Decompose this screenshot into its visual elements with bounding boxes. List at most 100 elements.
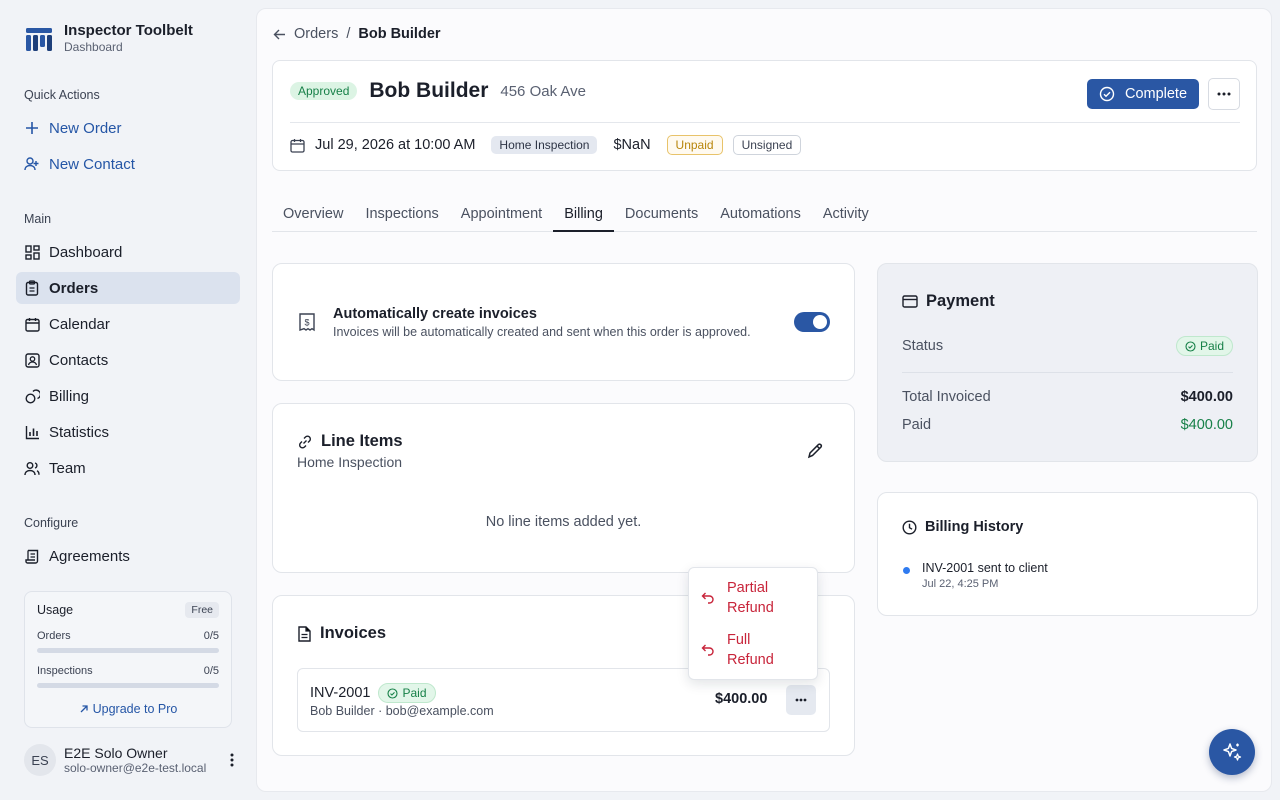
timeline-dot — [903, 567, 910, 574]
brand-subtitle: Dashboard — [64, 40, 123, 54]
sidebar-item-agreements[interactable]: Agreements — [16, 540, 240, 572]
document-icon — [297, 625, 312, 642]
contact-card-icon — [24, 352, 40, 368]
status-badge: Approved — [290, 82, 358, 100]
link-icon — [297, 434, 313, 450]
user-name: E2E Solo Owner — [64, 745, 168, 761]
auto-invoice-toggle[interactable] — [794, 312, 830, 332]
tab-activity[interactable]: Activity — [812, 198, 880, 232]
divider — [902, 372, 1233, 373]
more-actions-button[interactable] — [1208, 78, 1240, 110]
breadcrumb-orders-link[interactable]: Orders — [294, 26, 338, 42]
signature-status-badge: Unsigned — [732, 135, 802, 155]
ai-assistant-button[interactable] — [1209, 729, 1255, 775]
sidebar-item-billing[interactable]: Billing — [16, 380, 240, 412]
order-header-card: Approved Bob Builder 456 Oak Ave Complet… — [272, 60, 1257, 171]
sidebar-item-orders[interactable]: Orders — [16, 272, 240, 304]
complete-button[interactable]: Complete — [1087, 79, 1199, 109]
main-panel: Orders / Bob Builder Approved Bob Builde… — [256, 8, 1272, 792]
line-items-title: Line Items — [321, 432, 403, 450]
sidebar-item-team[interactable]: Team — [16, 452, 240, 484]
sidebar-item-label: Team — [49, 459, 86, 477]
more-vertical-icon[interactable] — [224, 752, 240, 768]
usage-label: Orders — [37, 630, 71, 642]
scroll-icon — [24, 548, 40, 564]
svg-text:$: $ — [304, 318, 309, 328]
user-email: solo-owner@e2e-test.local — [64, 761, 207, 775]
new-order-button[interactable]: New Order — [16, 112, 240, 144]
sidebar-item-label: Contacts — [49, 351, 109, 369]
paid-label: Paid — [902, 417, 932, 433]
team-icon — [24, 460, 40, 476]
sidebar-item-statistics[interactable]: Statistics — [16, 416, 240, 448]
user-plus-icon — [24, 156, 40, 172]
total-invoiced-label: Total Invoiced — [902, 389, 991, 405]
tab-appointment[interactable]: Appointment — [450, 198, 553, 232]
calendar-icon — [24, 316, 40, 332]
bar-chart-icon — [24, 424, 40, 440]
line-items-card: Line Items Home Inspection No line items… — [272, 403, 855, 573]
pencil-icon[interactable] — [806, 442, 824, 460]
payment-status-row: Status Paid — [902, 336, 1233, 356]
new-contact-label: New Contact — [49, 155, 135, 173]
undo-icon — [701, 642, 715, 656]
auto-invoice-title: Automatically create invoices — [333, 306, 537, 322]
usage-bar-inspections — [37, 683, 219, 688]
total-invoiced-value: $400.00 — [1180, 389, 1233, 405]
payment-status-badge: Unpaid — [666, 135, 723, 155]
usage-value: 0/5 — [203, 665, 219, 677]
line-items-empty-text: No line items added yet. — [485, 514, 642, 530]
coins-icon — [24, 388, 40, 404]
invoice-id: INV-2001 — [310, 685, 371, 701]
payment-status-value: Paid — [1199, 339, 1224, 353]
sidebar-item-label: Orders — [49, 279, 99, 297]
tab-billing[interactable]: Billing — [553, 198, 614, 232]
calendar-icon — [290, 138, 305, 153]
invoice-actions-button[interactable] — [786, 685, 816, 715]
sidebar-item-calendar[interactable]: Calendar — [16, 308, 240, 340]
undo-icon — [701, 590, 715, 604]
payment-title: Payment — [926, 292, 995, 310]
full-refund-menu-item[interactable]: Full Refund — [701, 630, 809, 670]
breadcrumb: Orders / Bob Builder — [273, 26, 441, 42]
upgrade-link[interactable]: Upgrade to Pro — [37, 702, 219, 716]
check-circle-icon — [1185, 340, 1196, 352]
partial-refund-menu-item[interactable]: Partial Refund — [701, 578, 809, 618]
full-refund-label: Full Refund — [727, 632, 774, 668]
invoices-title: Invoices — [320, 624, 387, 642]
usage-bar-orders — [37, 648, 219, 653]
more-horizontal-icon — [1217, 92, 1231, 96]
refund-menu: Partial Refund Full Refund — [688, 567, 818, 680]
auto-invoice-description: Invoices will be automatically created a… — [333, 325, 751, 339]
sidebar-item-dashboard[interactable]: Dashboard — [16, 236, 240, 268]
more-horizontal-icon — [795, 698, 807, 702]
main-section-label: Main — [24, 212, 52, 226]
payment-status-label: Status — [902, 338, 944, 354]
sidebar-item-contacts[interactable]: Contacts — [16, 344, 240, 376]
billing-history-title: Billing History — [925, 519, 1024, 535]
sidebar-item-label: Agreements — [49, 547, 130, 565]
order-tabs: Overview Inspections Appointment Billing… — [272, 198, 1257, 232]
payment-status-badge: Paid — [1175, 336, 1233, 356]
tab-automations[interactable]: Automations — [709, 198, 812, 232]
invoice-status-label: Paid — [402, 686, 427, 700]
tab-inspections[interactable]: Inspections — [354, 198, 449, 232]
new-contact-button[interactable]: New Contact — [16, 148, 240, 180]
arrow-left-icon[interactable] — [273, 28, 286, 41]
usage-row-inspections: Inspections 0/5 — [37, 665, 219, 677]
user-profile[interactable]: ES E2E Solo Owner solo-owner@e2e-test.lo… — [24, 744, 240, 776]
billing-history-card: Billing History INV-2001 sent to client … — [877, 492, 1258, 616]
configure-section-label: Configure — [24, 516, 79, 530]
total-invoiced-row: Total Invoiced $400.00 — [902, 389, 1233, 405]
complete-label: Complete — [1124, 86, 1188, 102]
tab-overview[interactable]: Overview — [272, 198, 354, 232]
invoice-amount: $400.00 — [715, 691, 768, 707]
avatar: ES — [24, 744, 56, 776]
tab-documents[interactable]: Documents — [614, 198, 709, 232]
clipboard-icon — [24, 280, 40, 296]
brand[interactable]: Inspector Toolbelt Dashboard — [24, 22, 193, 55]
breadcrumb-current: Bob Builder — [358, 26, 441, 42]
auto-invoice-card: $ Automatically create invoices Invoices… — [272, 263, 855, 381]
plan-badge: Free — [185, 602, 219, 618]
partial-refund-label: Partial Refund — [727, 580, 774, 616]
